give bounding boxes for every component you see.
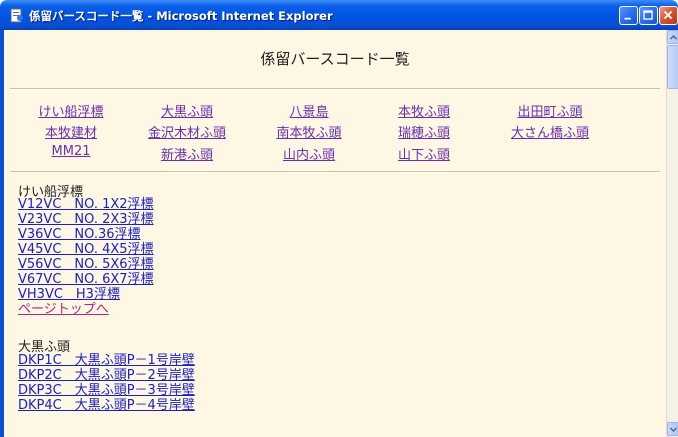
berth-link[interactable]: V67VC NO. 6X7浮標 [18, 273, 154, 287]
scroll-down-arrow-icon [670, 427, 677, 432]
nav-link[interactable]: 大さん橋ふ頭 [511, 122, 589, 141]
berth-link[interactable]: V56VC NO. 5X6浮標 [18, 258, 154, 272]
nav-link[interactable]: 山内ふ頭 [283, 144, 335, 163]
berth-link[interactable]: V12VC NO. 1X2浮標 [18, 198, 154, 212]
page-title: 係留バースコード一覧 [260, 50, 410, 68]
vertical-scrollbar[interactable] [666, 30, 678, 437]
page-top-link[interactable]: ページトップへ [18, 303, 109, 317]
scroll-thumb[interactable] [667, 45, 678, 89]
nav-link[interactable]: 新港ふ頭 [161, 144, 213, 163]
berth-link[interactable]: V45VC NO. 4X5浮標 [18, 243, 154, 257]
berth-link[interactable]: V36VC NO.36浮標 [18, 228, 141, 242]
berth-link[interactable]: V23VC NO. 2X3浮標 [18, 213, 154, 227]
nav-link[interactable]: MM21 [52, 144, 91, 159]
maximize-button[interactable] [639, 6, 658, 25]
berth-link[interactable]: DKP4C 大黒ふ頭P－4号岸壁 [18, 399, 195, 413]
minimize-button[interactable] [619, 6, 638, 25]
nav-link[interactable]: 本牧ふ頭 [398, 101, 450, 120]
berth-link[interactable]: VH3VC H3浮標 [18, 288, 120, 302]
nav-link[interactable]: 金沢木材ふ頭 [148, 122, 226, 141]
nav-link[interactable]: 八景島 [289, 101, 328, 120]
nav-link[interactable]: 瑞穂ふ頭 [398, 122, 450, 141]
scroll-up-button[interactable] [667, 30, 678, 44]
divider [10, 171, 660, 173]
close-icon [663, 10, 673, 20]
nav-link[interactable]: 大黒ふ頭 [161, 101, 213, 120]
minimize-icon [624, 17, 631, 20]
scroll-down-button[interactable] [667, 422, 678, 436]
close-button[interactable] [659, 6, 678, 25]
nav-link[interactable]: 南本牧ふ頭 [276, 122, 341, 141]
nav-link[interactable]: 出田町ふ頭 [517, 101, 582, 120]
nav-link[interactable]: けい船浮標 [38, 101, 103, 120]
berth-link[interactable]: DKP3C 大黒ふ頭P－3号岸壁 [18, 384, 195, 398]
maximize-icon [643, 10, 653, 20]
nav-link[interactable]: 本牧建材 [45, 122, 97, 141]
window-title: 係留バースコード一覧 - Microsoft Internet Explorer [29, 9, 333, 23]
ie-page-icon [10, 8, 23, 23]
title-bar[interactable]: 係留バースコード一覧 - Microsoft Internet Explorer [0, 0, 678, 30]
page-content: 係留バースコード一覧 けい船浮標 大黒ふ頭 八景島 本牧ふ頭 出田町ふ頭 本牧建… [4, 30, 666, 437]
nav-link[interactable]: 山下ふ頭 [398, 144, 450, 163]
berth-link[interactable]: DKP1C 大黒ふ頭P－1号岸壁 [18, 354, 195, 368]
berth-link[interactable]: DKP2C 大黒ふ頭P－2号岸壁 [18, 369, 195, 383]
scroll-up-arrow-icon [670, 35, 677, 40]
divider [10, 88, 660, 90]
